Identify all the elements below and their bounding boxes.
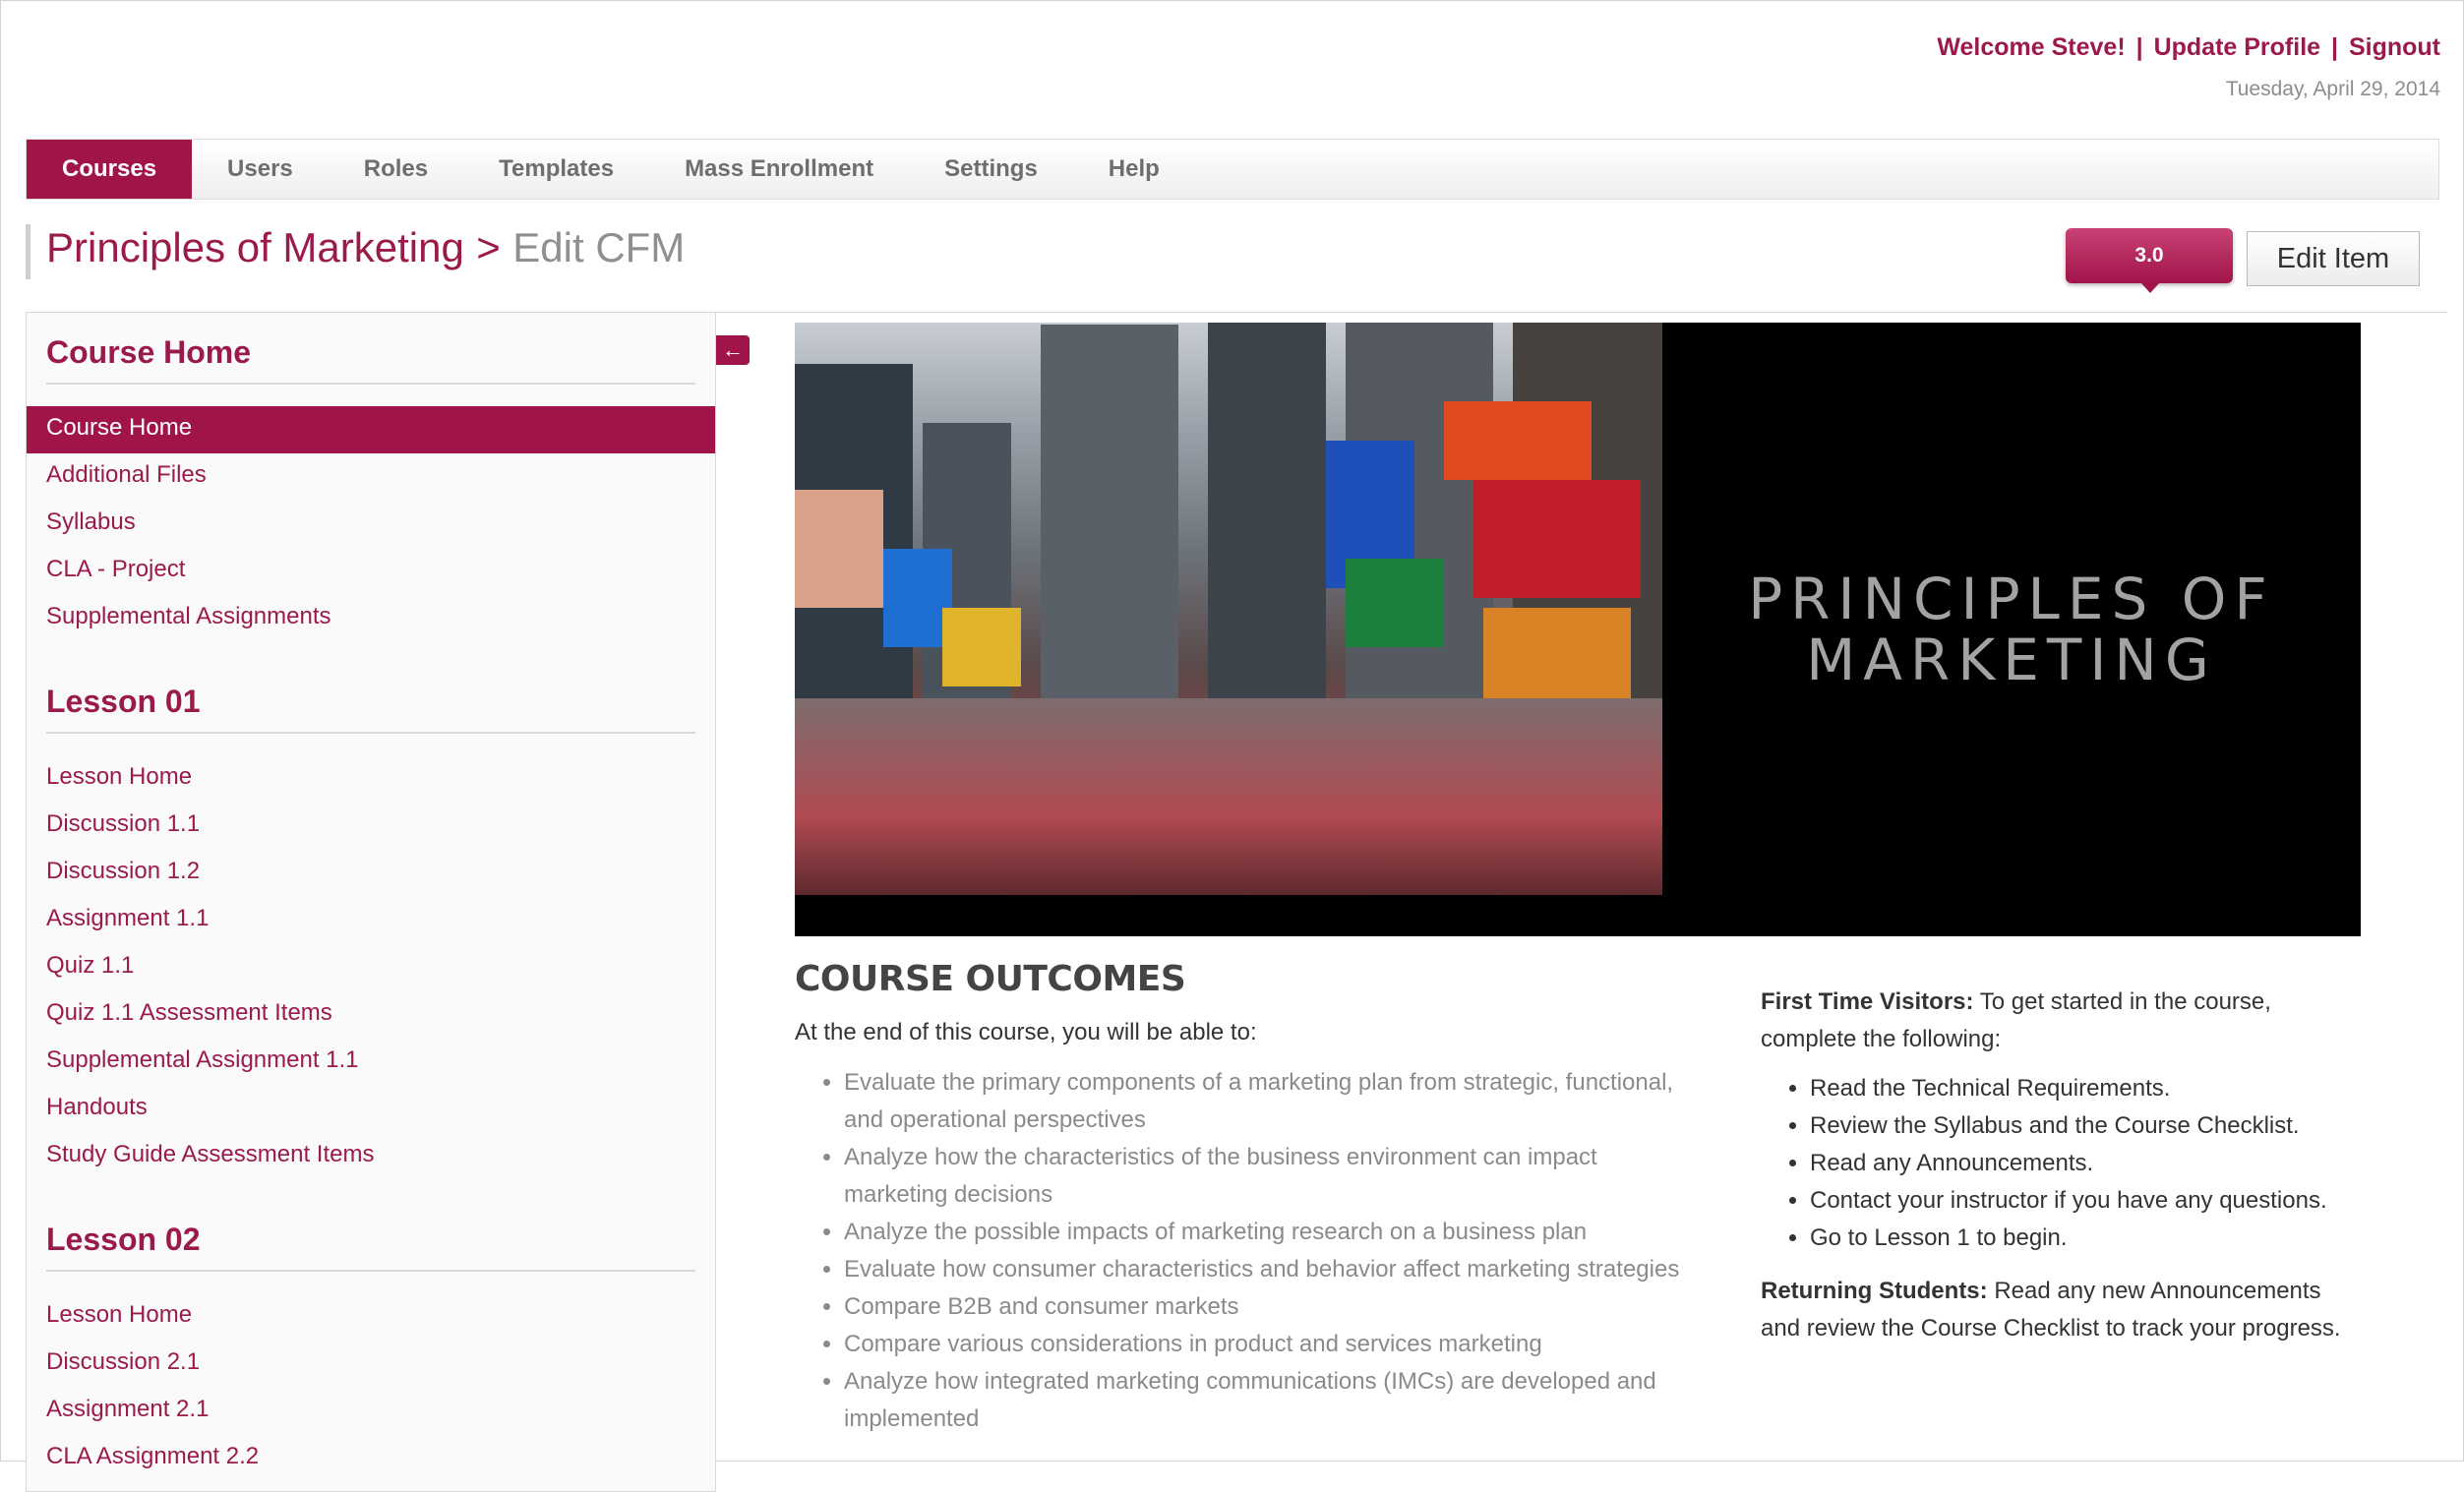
breadcrumb: Principles of Marketing > Edit CFM — [26, 224, 685, 279]
first-visitors-label: First Time Visitors: — [1761, 988, 1974, 1015]
sidebar-item-study-guide[interactable]: Study Guide Assessment Items — [27, 1133, 715, 1180]
current-date: Tuesday, April 29, 2014 — [2225, 78, 2440, 100]
billboard-shape — [1346, 559, 1444, 647]
sidebar-item-course-home[interactable]: Course Home — [27, 406, 715, 453]
sidebar-item-supplemental-assignments[interactable]: Supplemental Assignments — [27, 595, 715, 642]
visitor-steps: Read the Technical Requirements. Review … — [1761, 1070, 2351, 1257]
sidebar-item-cla-project[interactable]: CLA - Project — [27, 548, 715, 595]
badge-pointer — [2141, 283, 2159, 293]
visitor-step: Read the Technical Requirements. — [1810, 1070, 2351, 1107]
sidebar-item-discussion-2-1[interactable]: Discussion 2.1 — [27, 1341, 715, 1388]
sidebar-item-supplemental-1-1[interactable]: Supplemental Assignment 1.1 — [27, 1039, 715, 1086]
update-profile-link[interactable]: Update Profile — [2154, 33, 2320, 61]
visitor-step: Read any Announcements. — [1810, 1145, 2351, 1182]
billboard-shape — [942, 608, 1021, 686]
user-bar: Welcome Steve! | Update Profile | Signou… — [1937, 33, 2440, 101]
main-nav: Courses Users Roles Templates Mass Enrol… — [26, 139, 2439, 200]
first-time-visitors: First Time Visitors: To get started in t… — [1761, 984, 2351, 1058]
building-shape — [1208, 323, 1326, 718]
breadcrumb-page: Edit CFM — [512, 224, 686, 270]
nav-users[interactable]: Users — [192, 140, 329, 199]
returning-students: Returning Students: Read any new Announc… — [1761, 1273, 2351, 1347]
sidebar-list: Lesson Home Discussion 2.1 Assignment 2.… — [27, 1293, 715, 1482]
outcome-item: Analyze the possible impacts of marketin… — [844, 1214, 1680, 1251]
outcome-item: Analyze how integrated marketing communi… — [844, 1363, 1680, 1438]
separator: | — [2135, 33, 2143, 61]
outcome-item: Compare B2B and consumer markets — [844, 1288, 1680, 1326]
outcome-item: Analyze how the characteristics of the b… — [844, 1139, 1680, 1214]
sidebar-item-assignment-1-1[interactable]: Assignment 1.1 — [27, 897, 715, 944]
course-banner: PRINCIPLES OF MARKETING — [795, 323, 2361, 936]
sidebar-item-cla-assignment-2-2[interactable]: CLA Assignment 2.2 — [27, 1435, 715, 1482]
outcomes-list: Evaluate the primary components of a mar… — [795, 1064, 1680, 1438]
billboard-shape — [1483, 608, 1631, 706]
sidebar-item-assignment-2-1[interactable]: Assignment 2.1 — [27, 1388, 715, 1435]
outcomes-intro: At the end of this course, you will be a… — [795, 1019, 1257, 1045]
returning-label: Returning Students: — [1761, 1278, 1988, 1304]
banner-title-line: PRINCIPLES OF — [1748, 566, 2275, 632]
sidebar-section-title: Course Home — [46, 323, 695, 385]
sidebar-item-quiz-1-1[interactable]: Quiz 1.1 — [27, 944, 715, 991]
outcome-item: Evaluate how consumer characteristics an… — [844, 1251, 1680, 1288]
banner-title: PRINCIPLES OF MARKETING — [1662, 568, 2361, 690]
sidebar-list: Course Home Additional Files Syllabus CL… — [27, 406, 715, 642]
separator: | — [2331, 33, 2339, 61]
signout-link[interactable]: Signout — [2349, 33, 2440, 61]
nav-roles[interactable]: Roles — [329, 140, 463, 199]
edit-item-button[interactable]: Edit Item — [2247, 231, 2420, 286]
nav-templates[interactable]: Templates — [463, 140, 649, 199]
sidebar-item-discussion-1-2[interactable]: Discussion 1.2 — [27, 850, 715, 897]
version-label: 3.0 — [2134, 244, 2164, 267]
outcomes-heading: COURSE OUTCOMES — [795, 959, 1186, 999]
breadcrumb-course[interactable]: Principles of Marketing — [46, 224, 464, 270]
visitor-info: First Time Visitors: To get started in t… — [1761, 984, 2351, 1347]
sidebar-item-discussion-1-1[interactable]: Discussion 1.1 — [27, 803, 715, 850]
billboard-shape — [1473, 480, 1641, 598]
version-badge[interactable]: 3.0 — [2066, 228, 2233, 293]
street-shape — [795, 698, 1662, 895]
billboard-shape — [1444, 401, 1592, 480]
outcome-item: Evaluate the primary components of a mar… — [844, 1064, 1680, 1139]
course-outcomes: COURSE OUTCOMES At the end of this cours… — [795, 959, 1680, 1438]
billboard-shape — [795, 490, 883, 608]
content-divider — [716, 312, 2447, 313]
nav-help[interactable]: Help — [1073, 140, 1195, 199]
outcome-item: Compare various considerations in produc… — [844, 1326, 1680, 1363]
building-shape — [1041, 325, 1178, 718]
sidebar-section-title: Lesson 02 — [46, 1210, 695, 1272]
nav-mass-enrollment[interactable]: Mass Enrollment — [649, 140, 909, 199]
course-sidebar: Course Home Course Home Additional Files… — [26, 312, 716, 1492]
nav-settings[interactable]: Settings — [909, 140, 1073, 199]
welcome-text: Welcome Steve! — [1937, 33, 2126, 61]
sidebar-item-lesson-home[interactable]: Lesson Home — [27, 755, 715, 803]
sidebar-item-lesson-home-2[interactable]: Lesson Home — [27, 1293, 715, 1341]
visitor-step: Review the Syllabus and the Course Check… — [1810, 1107, 2351, 1145]
user-links: Welcome Steve! | Update Profile | Signou… — [1937, 33, 2440, 62]
breadcrumb-separator: > — [476, 224, 501, 270]
nav-courses[interactable]: Courses — [27, 140, 193, 199]
sidebar-item-quiz-1-1-assessment[interactable]: Quiz 1.1 Assessment Items — [27, 991, 715, 1039]
sidebar-item-syllabus[interactable]: Syllabus — [27, 501, 715, 548]
visitor-step: Contact your instructor if you have any … — [1810, 1182, 2351, 1220]
times-square-image — [795, 323, 1662, 895]
sidebar-item-additional-files[interactable]: Additional Files — [27, 453, 715, 501]
banner-title-line: MARKETING — [1806, 627, 2217, 693]
sidebar-list: Lesson Home Discussion 1.1 Discussion 1.… — [27, 755, 715, 1180]
sidebar-item-handouts[interactable]: Handouts — [27, 1086, 715, 1133]
visitor-step: Go to Lesson 1 to begin. — [1810, 1220, 2351, 1257]
sidebar-section-title: Lesson 01 — [46, 672, 695, 734]
arrow-left-icon[interactable]: ← — [716, 335, 750, 365]
